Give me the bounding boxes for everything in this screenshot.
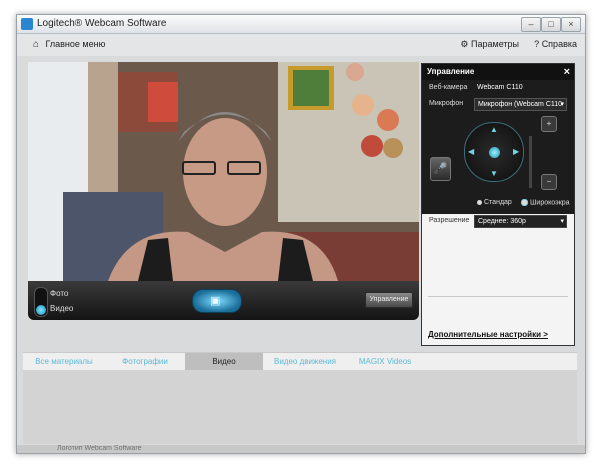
title-bar: Logitech® Webcam Software – □ × <box>17 15 585 34</box>
tab-videos[interactable]: Видео <box>185 353 263 370</box>
microphone-label: Микрофон <box>429 100 464 107</box>
media-tabs: Все материалы Фотографии Видео Видео дви… <box>23 352 577 371</box>
status-text: Логотип Webcam Software <box>57 445 142 452</box>
camera-icon: ▣ <box>210 295 221 307</box>
aspect-wide-label: Широкоэкра <box>530 199 570 207</box>
pan-tilt-control[interactable]: ▲ ▼ ◀ ▶ <box>464 122 524 182</box>
app-icon <box>21 18 33 30</box>
aspect-standard-label: Стандар <box>484 199 512 206</box>
app-window: Logitech® Webcam Software – □ × ⌂ Главно… <box>16 14 586 454</box>
mode-video-label[interactable]: Видео <box>50 304 73 313</box>
photo-video-toggle[interactable] <box>34 287 48 317</box>
webcam-image <box>28 62 419 281</box>
zoom-slider[interactable] <box>529 136 532 188</box>
zoom-in-icon[interactable]: + <box>541 116 557 132</box>
arrow-left-icon[interactable]: ◀ <box>468 148 474 156</box>
panel-header: Управление × <box>422 64 574 80</box>
tab-magix-videos[interactable]: MAGIX Videos <box>347 353 423 370</box>
chevron-down-icon: ▾ <box>560 101 564 108</box>
settings-button[interactable]: ⚙ Параметры <box>460 39 519 50</box>
chevron-down-icon: ▾ <box>560 218 564 225</box>
microphone-select-value: Микрофон (Webcam C110 <box>478 101 563 108</box>
arrow-up-icon[interactable]: ▲ <box>490 126 498 134</box>
close-icon[interactable]: × <box>564 65 570 79</box>
panel-title: Управление <box>427 67 475 76</box>
media-gallery <box>23 370 577 444</box>
resolution-select-value: Среднее: 360p <box>478 218 526 225</box>
window-title: Logitech® Webcam Software <box>37 18 167 29</box>
tab-photos[interactable]: Фотографии <box>105 353 185 370</box>
minimize-button[interactable]: – <box>521 17 541 32</box>
control-panel: Управление × Веб-камера Webcam C110 Микр… <box>421 63 575 346</box>
arrow-right-icon[interactable]: ▶ <box>513 148 519 156</box>
webcam-label: Веб-камера <box>429 84 468 91</box>
radio-standard-dot <box>477 199 482 205</box>
radio-wide-dot <box>521 199 528 206</box>
panel-divider <box>428 296 568 297</box>
home-button[interactable]: ⌂ Главное меню <box>33 39 105 50</box>
manage-button[interactable]: Управление <box>365 292 413 308</box>
help-icon: ? <box>534 39 540 49</box>
toolbar: ⌂ Главное меню ⚙ Параметры ? Справка <box>17 34 585 56</box>
help-button[interactable]: ? Справка <box>534 39 577 49</box>
webcam-value: Webcam C110 <box>477 84 523 91</box>
microphone-icon[interactable]: 🎤 <box>430 157 451 181</box>
advanced-settings-link[interactable]: Дополнительные настройки > <box>428 330 548 339</box>
status-bar: Логотип Webcam Software <box>17 445 585 453</box>
arrow-down-icon[interactable]: ▼ <box>490 170 498 178</box>
record-video-button[interactable]: ▣ <box>192 289 242 313</box>
home-label: Главное меню <box>45 39 106 49</box>
help-label: Справка <box>541 39 577 49</box>
mode-photo-label[interactable]: Фото <box>50 289 68 298</box>
panel-settings: Веб-камера Webcam C110 Микрофон Микрофон… <box>422 80 574 214</box>
toggle-knob <box>36 305 46 315</box>
home-icon: ⌂ <box>33 39 40 50</box>
close-window-button[interactable]: × <box>561 17 581 32</box>
settings-label: Параметры <box>471 39 519 49</box>
microphone-select[interactable]: Микрофон (Webcam C110 ▾ <box>474 98 567 111</box>
tab-all-media[interactable]: Все материалы <box>23 353 105 370</box>
aspect-wide-radio[interactable]: Широкоэкра <box>521 199 570 206</box>
pan-tilt-center-button[interactable] <box>489 147 500 158</box>
aspect-standard-radio[interactable]: Стандар <box>477 199 512 206</box>
zoom-out-icon[interactable]: − <box>541 174 557 190</box>
capture-control-bar: Фото Видео ▣ Управление <box>28 281 419 320</box>
resolution-select[interactable]: Среднее: 360p ▾ <box>474 215 567 228</box>
gear-icon: ⚙ <box>460 39 469 49</box>
maximize-button[interactable]: □ <box>541 17 561 32</box>
webcam-preview <box>28 62 419 281</box>
tab-motion-videos[interactable]: Видео движения <box>263 353 347 370</box>
resolution-label: Разрешение <box>429 217 470 224</box>
